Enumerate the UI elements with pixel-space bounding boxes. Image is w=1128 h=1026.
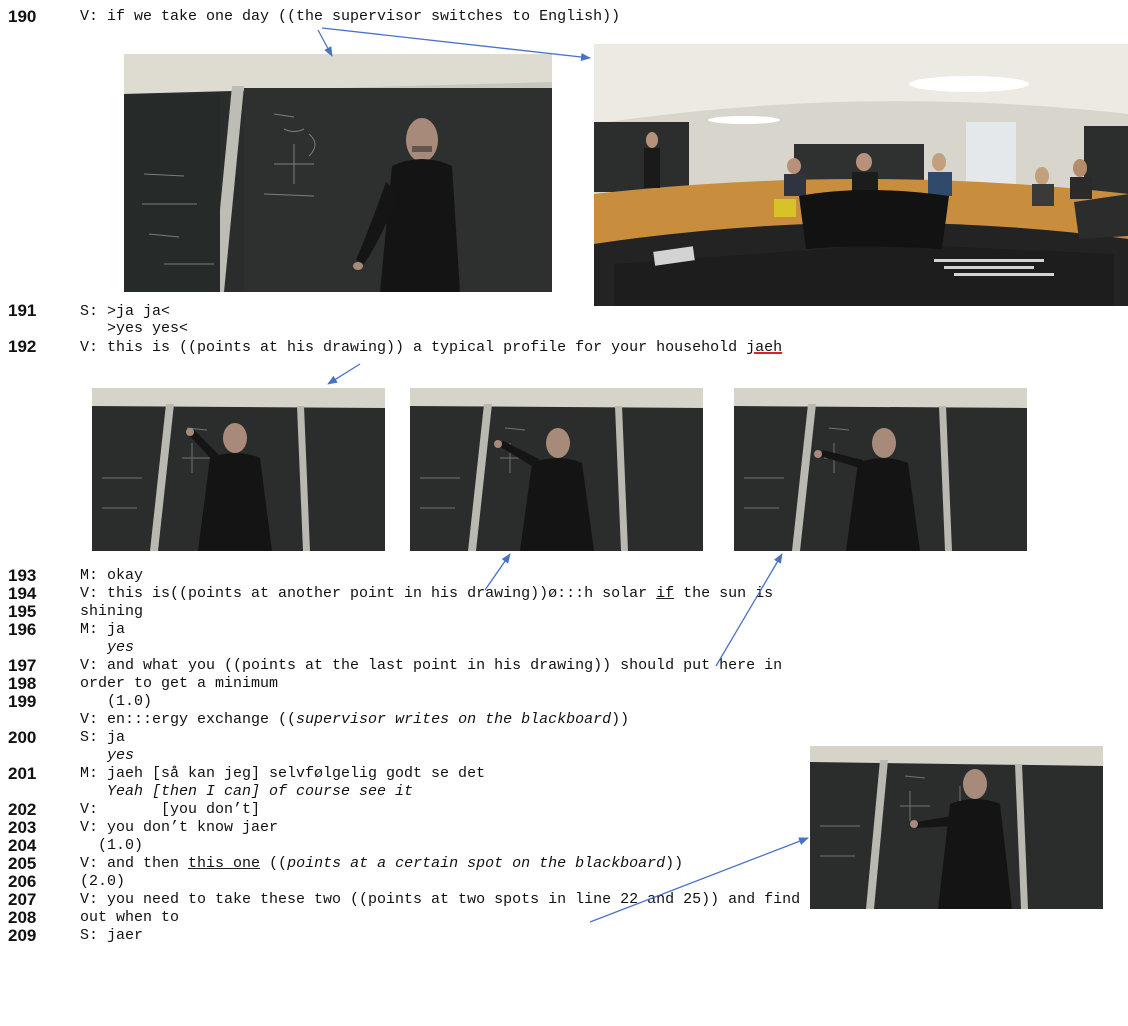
- line-number: 201: [8, 764, 37, 783]
- writing-frame: [810, 746, 1103, 909]
- pointing-frame-3: [734, 388, 1027, 551]
- transcript-line: V: this is((points at another point in h…: [80, 585, 774, 602]
- transcript-line: shining: [80, 603, 144, 620]
- transcript-line: M: jaeh [så kan jeg] selvfølgelig godt s…: [80, 765, 486, 782]
- highlighted-word: jaeh: [746, 339, 783, 356]
- transcript-line: V: and then this one ((points at a certa…: [80, 855, 684, 872]
- line-number: 194: [8, 584, 37, 603]
- line-number: 193: [8, 566, 37, 585]
- transcript-line: (2.0): [80, 873, 126, 890]
- transcript-line: out when to: [80, 909, 180, 926]
- transcript-line: V: if we take one day ((the supervisor s…: [80, 8, 621, 25]
- translation-line: Yeah [then I can] of course see it: [80, 783, 414, 800]
- translation-line: >yes yes<: [80, 320, 189, 337]
- arrow-192-to-frame-1: [327, 363, 361, 385]
- line-number: 202: [8, 800, 37, 819]
- line-number: 190: [8, 7, 37, 26]
- line-number: 205: [8, 854, 37, 873]
- transcript-line: (1.0): [80, 693, 153, 710]
- transcript-line: S: jaer: [80, 927, 144, 944]
- arrow-205-to-writing-frame: [589, 837, 809, 923]
- pointing-frame-1: [92, 388, 385, 551]
- transcript-line: (1.0): [80, 837, 144, 854]
- translation-line: yes: [80, 747, 135, 764]
- line-number: 199: [8, 692, 37, 711]
- line-number: 206: [8, 872, 37, 891]
- transcript-line: V: you don’t know jaer: [80, 819, 279, 836]
- line-number: 197: [8, 656, 37, 675]
- classroom-360-photo: [594, 44, 1128, 306]
- line-number: 191: [8, 301, 37, 320]
- transcript-line: M: okay: [80, 567, 144, 584]
- transcript-line: order to get a minimum: [80, 675, 279, 692]
- line-number: 209: [8, 926, 37, 945]
- transcript-line: V: [you don’t]: [80, 801, 261, 818]
- transcript-line: V: you need to take these two ((points a…: [80, 891, 801, 908]
- blackboard-photo: [124, 54, 552, 292]
- line-number: 207: [8, 890, 37, 909]
- transcript-line: M: ja: [80, 621, 126, 638]
- line-number: 200: [8, 728, 37, 747]
- arrow-190-to-blackboard: [317, 29, 333, 57]
- line-number: 203: [8, 818, 37, 837]
- line-number: 196: [8, 620, 37, 639]
- transcript-line: V: en:::ergy exchange ((supervisor write…: [80, 711, 630, 728]
- translation-line: yes: [80, 639, 135, 656]
- transcript-line: V: this is ((points at his drawing)) a t…: [80, 339, 783, 356]
- transcript-line: S: >ja ja<: [80, 303, 171, 320]
- line-number: 192: [8, 337, 37, 356]
- arrow-197-to-frame-3: [715, 553, 783, 667]
- transcript-line: V: and what you ((points at the last poi…: [80, 657, 783, 674]
- pointing-frame-2: [410, 388, 703, 551]
- transcript-line: S: ja: [80, 729, 126, 746]
- line-number: 198: [8, 674, 37, 693]
- transcript-page: 190 V: if we take one day ((the supervis…: [0, 0, 1128, 1026]
- line-number: 204: [8, 836, 37, 855]
- line-number: 208: [8, 908, 37, 927]
- line-number: 195: [8, 602, 37, 621]
